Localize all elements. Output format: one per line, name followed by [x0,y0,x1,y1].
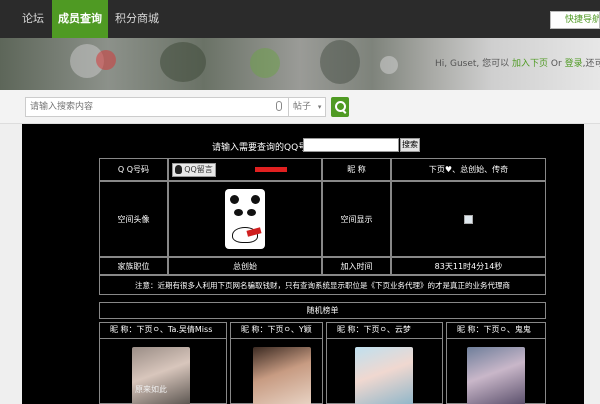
search-type-select[interactable]: 帖子 ▾ [288,97,326,117]
join-time-value: 83天11时4分14秒 [391,257,546,275]
avatar-cell [168,181,322,257]
nickname-value: 下页♥、总创始、传奇 [391,158,546,181]
qq-number-redaction [255,167,287,172]
space-display-cell [391,181,546,257]
photo-caption: 原来如此 [135,385,167,394]
search-bar: 帖子 ▾ [0,90,600,124]
notice-text: 注意：近期有很多人利用下页网名骗取钱财，只有查询系统显示职位是《下页业务代理》的… [99,275,546,295]
ranking-member-name: 昵 称：下页ㅇ、鬼鬼 [447,323,545,339]
broken-image-icon [464,214,473,224]
qq-message-label: QQ留言 [184,165,213,174]
search-type-value: 帖子 [293,102,312,112]
panda-ear-left [230,195,239,204]
avatar-label: 空间头像 [99,181,168,257]
nav-item-forum[interactable]: 论坛 [16,0,50,38]
space-display-label: 空间显示 [322,181,391,257]
microphone-icon[interactable] [276,101,282,111]
qq-label: Q Q号码 [99,158,168,181]
family-position-value: 总创始 [168,257,322,275]
penguin-icon [175,165,183,174]
join-link[interactable]: 加入下页 [512,59,548,69]
greeting-or: Or [550,59,562,69]
qq-value-cell: QQ留言 [168,158,322,181]
search-input[interactable] [25,97,290,117]
ranking-member-name: 昵 称：下页ㅇ、Ta.吴倩Miss [100,323,226,339]
ranking-member-4[interactable]: 昵 称：下页ㅇ、鬼鬼 [446,322,546,404]
nav-item-points-mall[interactable]: 积分商城 [112,0,162,38]
greeting-prefix: Hi, Guset, 您可以 [435,59,510,69]
avatar [225,189,265,249]
panda-eye-left [234,209,243,216]
quick-nav-button[interactable]: 快捷导航 [550,11,600,29]
member-photo[interactable] [132,347,190,404]
ranking-member-name: 昵 称：下页ㅇ、云梦 [327,323,442,339]
panda-ear-right [251,195,260,204]
qq-message-button[interactable]: QQ留言 [172,162,216,177]
chevron-down-icon: ▾ [317,103,322,111]
member-photo[interactable] [253,347,311,404]
ranking-member-2[interactable]: 昵 称：下页ㅇ、Y颖 [230,322,323,404]
login-link[interactable]: 登录 [565,59,583,69]
random-ranking-title: 随机榜单 [99,302,546,319]
nav-item-member-query[interactable]: 成员查询 [52,0,108,38]
ranking-member-3[interactable]: 昵 称：下页ㅇ、云梦 [326,322,443,404]
search-button[interactable] [331,97,349,117]
nickname-label: 昵 称 [322,158,391,181]
greeting-line: Hi, Guset, 您可以 加入下页 Or 登录,还可以 [435,56,600,69]
qq-query-label: 请输入需要查询的QQ号： [212,143,317,153]
panda-eye-right [247,209,256,216]
ranking-member-name: 昵 称：下页ㅇ、Y颖 [231,323,322,339]
top-nav: 论坛 成员查询 积分商城 快捷导航 [0,0,600,38]
family-position-label: 家族职位 [99,257,168,275]
member-photo[interactable] [467,347,525,404]
member-photo[interactable] [355,347,413,404]
qq-query-input[interactable] [303,138,399,152]
join-time-label: 加入时间 [322,257,391,275]
greeting-suffix: ,还可以 [582,59,600,69]
qq-query-button[interactable]: 搜索 [400,138,420,152]
member-query-panel: 请输入需要查询的QQ号： 搜索 Q Q号码 QQ留言 昵 称 下页♥、总创始、传… [22,124,584,404]
